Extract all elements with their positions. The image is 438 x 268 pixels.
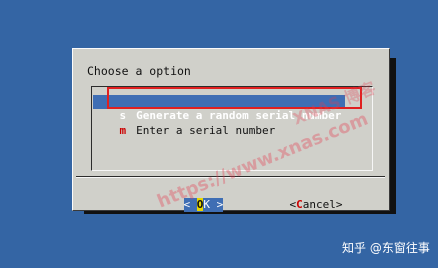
- button-bar: < OK > <Cancel>: [157, 185, 342, 225]
- button-separator: [76, 176, 385, 178]
- author-credit: 知乎 @东窗往事: [342, 241, 430, 255]
- menu-item-enter-serial[interactable]: m Enter a serial number: [93, 110, 276, 137]
- dialog-title: Choose a option: [87, 64, 191, 78]
- dialog-window: Choose a option s Generate a random seri…: [72, 48, 390, 212]
- cancel-button[interactable]: <Cancel>: [289, 198, 342, 212]
- ok-button[interactable]: < OK >: [183, 198, 224, 212]
- annotation-highlight-box: [107, 87, 362, 109]
- menu-item-label: Enter a serial number: [136, 124, 276, 137]
- menu-item-tag: m: [119, 124, 127, 137]
